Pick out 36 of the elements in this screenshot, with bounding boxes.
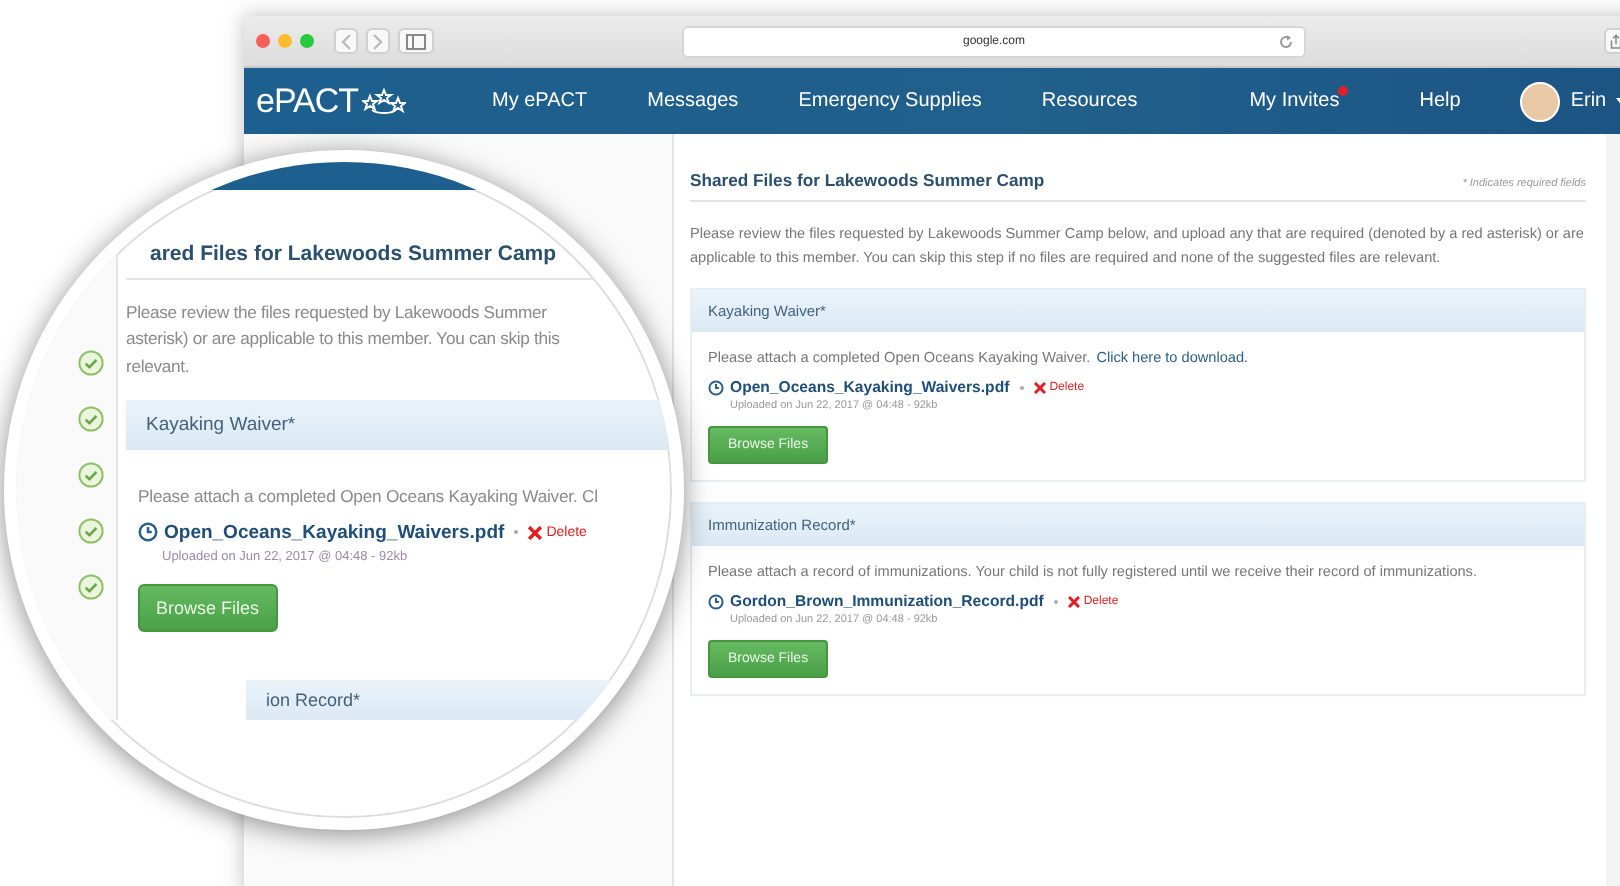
sidebar-icon (406, 33, 426, 49)
instruction-text: Please attach a completed Open Oceans Kayaking Waiver. Cl (138, 485, 600, 506)
clock-icon (138, 522, 158, 543)
forward-icon (372, 33, 384, 49)
logo-text[interactable]: ePACT (256, 81, 359, 121)
user-name[interactable]: Erin (1570, 90, 1607, 112)
delete-icon (528, 525, 543, 540)
nav-link[interactable]: My ePACT (492, 90, 588, 112)
forward-button[interactable] (366, 28, 390, 54)
file-link[interactable]: Open_Oceans_Kayaking_Waivers.pdf (164, 521, 505, 544)
page-title: ared Files for Lakewoods Summer Camp (126, 242, 672, 280)
delete-icon (1067, 595, 1080, 608)
nav-link[interactable]: Messages (647, 90, 739, 112)
avatar[interactable] (1520, 81, 1561, 121)
intro-text: asterisk) or are applicable to this member. You can skip this (126, 326, 562, 353)
stars-logo-icon (362, 87, 407, 115)
close-button[interactable] (256, 34, 270, 48)
clock-icon (708, 379, 724, 396)
separator-dot (1019, 385, 1024, 390)
separator-dot (1053, 599, 1058, 604)
back-button[interactable] (334, 28, 358, 54)
clock-icon (708, 593, 724, 610)
nav-link[interactable]: Emergency Supplies (798, 90, 982, 112)
section-header: Kayaking Waiver* (126, 399, 672, 450)
nav-link[interactable]: My Invites (1249, 90, 1340, 112)
intro-text: relevant. (126, 353, 192, 380)
sidebar-button[interactable] (398, 28, 434, 54)
intro-text: Please review the files requested by Lakewoods Summer (126, 300, 549, 326)
delete-icon (1033, 381, 1046, 394)
nav-link[interactable]: Resources (1041, 90, 1138, 112)
back-icon (340, 33, 352, 49)
reload-icon[interactable] (1278, 33, 1294, 49)
zoom-button[interactable] (300, 34, 314, 48)
page-title: Shared Files for Lakewoods Summer Camp (690, 170, 1045, 190)
nav-link[interactable]: Help (1419, 90, 1461, 112)
separator-dot (514, 530, 519, 535)
